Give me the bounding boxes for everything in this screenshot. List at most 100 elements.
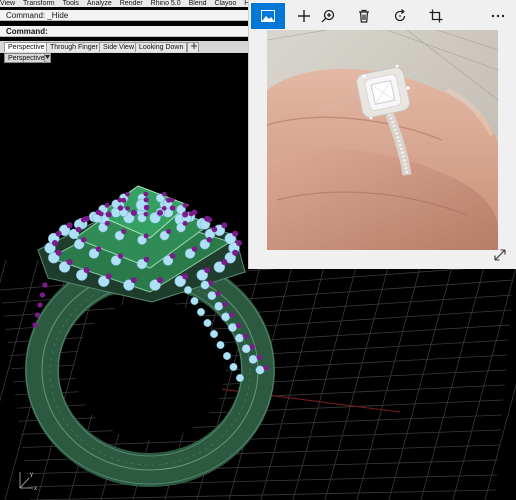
pave-stone [203,319,212,328]
prong [143,191,149,197]
svg-text:x: x [34,486,37,492]
prong [232,249,239,256]
tab-perspective[interactable]: Perspective [4,42,49,52]
prong [117,253,124,259]
pave-stone [209,330,218,339]
prong [39,292,46,298]
ring-photo [267,30,498,250]
prong [55,249,62,256]
pave-stone [221,312,231,322]
prong [256,354,262,360]
prong [191,246,198,252]
prong [166,228,172,234]
delete-button[interactable] [347,3,381,29]
expand-button[interactable] [494,248,506,266]
zoom-icon [321,9,335,23]
pave-stone [214,301,224,311]
prong [221,222,228,229]
prong [104,202,110,208]
prong [182,220,188,226]
prong [232,230,239,237]
pave-stone [183,286,192,295]
prong [117,205,124,211]
prong [130,209,137,216]
prong [42,282,48,288]
prong [121,228,127,234]
prong [105,273,112,280]
more-button[interactable] [481,3,515,29]
prong [235,240,242,247]
image-icon [261,10,275,22]
prong [32,322,38,328]
add-tab-button[interactable] [187,42,199,52]
pave-stone [207,291,217,301]
rotate-button[interactable] [383,3,417,29]
image-button[interactable] [251,3,285,29]
prong [169,253,176,259]
prong [66,222,73,229]
viewport-menu-button[interactable] [44,53,51,63]
prong [263,365,269,371]
prong [143,197,149,203]
photos-viewer-window [248,0,516,269]
prong [66,259,73,266]
prong [157,277,164,284]
prong [143,233,149,239]
prong [117,197,123,203]
prong [169,197,175,203]
prong [215,291,221,297]
menu-item[interactable]: Rhino 5.0 [151,0,181,7]
prong [188,211,194,217]
menu-item[interactable]: Render [120,0,143,7]
prong [130,277,137,284]
menu-item[interactable]: View [0,0,15,7]
pave-stone [229,363,238,372]
prong [221,259,228,266]
pave-stone [190,297,199,306]
pave-stone [196,308,205,317]
expand-icon [494,249,506,261]
prong [211,226,218,233]
rotate-icon [394,9,406,22]
prong [80,237,87,243]
zoom-button[interactable] [311,3,345,29]
menu-item[interactable]: Clayoo [214,0,236,7]
prong [125,206,130,211]
pave-stone [200,280,210,290]
prong [229,312,235,318]
prong [143,211,149,217]
pave-stone [235,374,244,383]
delete-icon [359,9,369,23]
command-prompt[interactable]: Command: [0,26,248,37]
prong [182,202,188,208]
prong [83,267,90,274]
pave-stone [241,344,251,354]
tab-looking-down[interactable]: Looking Down [135,42,188,52]
viewport-tab-bar: Perspective Through Finger Side View Loo… [0,41,248,53]
more-icon [491,14,505,18]
prong [75,226,82,233]
prong [105,211,112,218]
menu-item[interactable]: Tools [63,0,79,7]
svg-text:y: y [30,472,33,478]
pave-stone [228,323,237,332]
crop-button[interactable] [419,3,453,29]
prong [204,267,211,274]
prong [34,312,41,318]
viewport-label[interactable]: Perspective [4,53,49,63]
chevron-down-icon [45,55,50,59]
pave-stone [216,341,225,350]
menu-item[interactable]: Transform [23,0,55,7]
tab-side-view[interactable]: Side View [99,42,139,52]
menu-item[interactable]: Analyze [87,0,112,7]
prong [143,204,150,211]
prong [249,344,255,350]
prong [222,301,228,307]
pave-stone [234,333,244,343]
prong [208,280,214,286]
tab-through-finger[interactable]: Through Finger [46,42,102,52]
prong [55,230,62,237]
menu-item[interactable]: Blend [189,0,207,7]
prong [95,246,102,252]
prong [98,211,104,217]
